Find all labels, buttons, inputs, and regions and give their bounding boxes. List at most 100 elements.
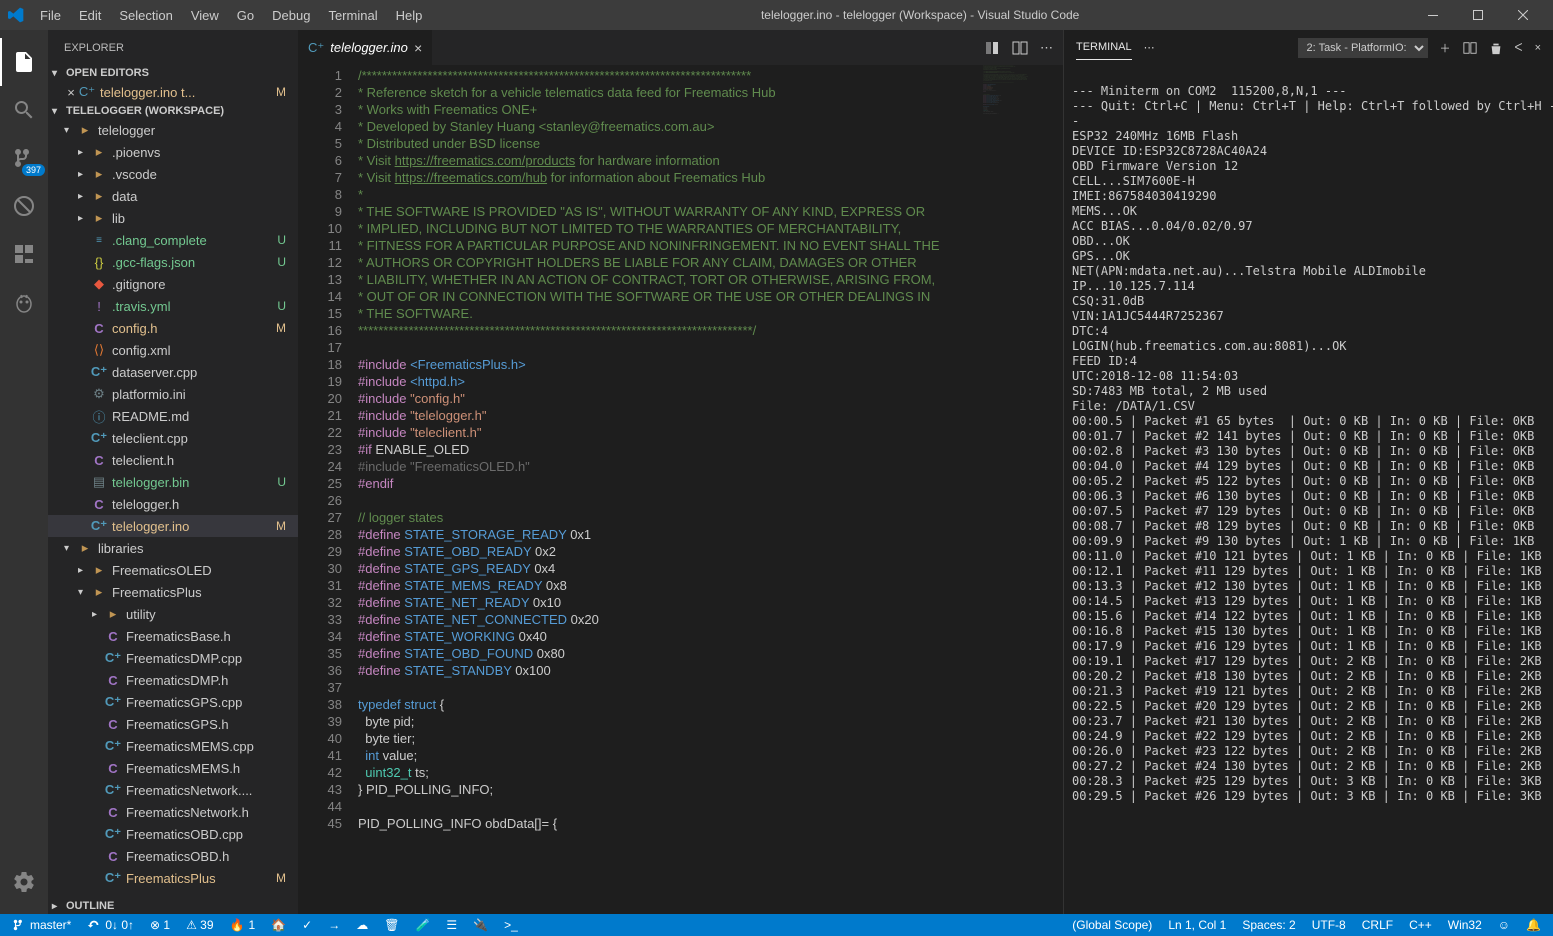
activity-explorer[interactable] [0, 38, 48, 86]
tree-item[interactable]: {}.gcc-flags.jsonU [48, 251, 298, 273]
file-icon: C⁺ [90, 364, 108, 380]
tree-item[interactable]: ⟨⟩config.xml [48, 339, 298, 361]
cursor-position[interactable]: Ln 1, Col 1 [1164, 918, 1230, 932]
menu-edit[interactable]: Edit [71, 4, 109, 27]
tree-item[interactable]: CFreematicsMEMS.h [48, 757, 298, 779]
tree-item[interactable]: C⁺FreematicsGPS.cpp [48, 691, 298, 713]
close-icon[interactable]: × [64, 85, 78, 100]
activity-platformio[interactable] [0, 278, 48, 326]
tree-item[interactable]: C⁺FreematicsMEMS.cpp [48, 735, 298, 757]
tree-item[interactable]: C⁺FreematicsOBD.cpp [48, 823, 298, 845]
tree-item[interactable]: ▸▸.vscode [48, 163, 298, 185]
minimap[interactable]: /***************************************… [983, 65, 1063, 914]
pio-serial-icon[interactable]: 🔌 [469, 918, 492, 932]
chevron-up-icon[interactable]: ᐸ [1515, 41, 1523, 54]
new-terminal-icon[interactable]: ＋ [1440, 40, 1451, 56]
notifications-icon[interactable]: 🔔 [1522, 918, 1545, 932]
minimize-button[interactable] [1410, 0, 1455, 30]
tree-item-label: utility [126, 607, 156, 622]
activity-debug[interactable] [0, 182, 48, 230]
pio-remote-icon[interactable]: ☁ [352, 918, 372, 932]
tree-item[interactable]: CFreematicsGPS.h [48, 713, 298, 735]
tree-item[interactable]: ▤telelogger.binU [48, 471, 298, 493]
tree-item[interactable]: Cteleclient.h [48, 449, 298, 471]
tree-item[interactable]: CFreematicsBase.h [48, 625, 298, 647]
tree-item[interactable]: ⓘREADME.md [48, 405, 298, 427]
warnings-status[interactable]: ⚠ 39 [182, 918, 217, 932]
feedback-icon[interactable]: ☺ [1494, 918, 1514, 932]
platform-status[interactable]: Win32 [1444, 918, 1486, 932]
tree-item[interactable]: CFreematicsDMP.h [48, 669, 298, 691]
menu-terminal[interactable]: Terminal [320, 4, 385, 27]
terminal-tab[interactable]: TERMINAL [1076, 35, 1132, 60]
tree-item[interactable]: !.travis.ymlU [48, 295, 298, 317]
trash-icon[interactable] [1489, 41, 1503, 55]
pio-upload-icon[interactable]: → [324, 918, 344, 932]
tree-item[interactable]: C⁺teleclient.cpp [48, 427, 298, 449]
menu-go[interactable]: Go [229, 4, 262, 27]
pio-tasks-icon[interactable]: ☰ [442, 918, 461, 932]
tree-item[interactable]: ▸▸.pioenvs [48, 141, 298, 163]
tree-item[interactable]: Cconfig.hM [48, 317, 298, 339]
pio-build-icon[interactable]: ✓ [298, 918, 316, 932]
sync-status[interactable]: 0↓ 0↑ [83, 918, 138, 932]
terminal-task-select[interactable]: 2: Task - PlatformIO: Mo [1298, 38, 1428, 58]
open-editors-header[interactable]: ▾ OPEN EDITORS [48, 65, 298, 81]
more-icon[interactable]: ⋯ [1040, 40, 1053, 56]
menu-selection[interactable]: Selection [111, 4, 180, 27]
errors-status[interactable]: ⊗ 1 [146, 918, 174, 932]
tree-item[interactable]: C⁺FreematicsPlusM [48, 867, 298, 889]
compare-icon[interactable] [984, 40, 1000, 56]
menu-view[interactable]: View [183, 4, 227, 27]
split-terminal-icon[interactable] [1463, 41, 1477, 55]
open-editor-item[interactable]: × C⁺ telelogger.ino t... M [48, 81, 298, 103]
close-button[interactable] [1500, 0, 1545, 30]
split-editor-icon[interactable] [1012, 40, 1028, 56]
menu-file[interactable]: File [32, 4, 69, 27]
tree-item[interactable]: C⁺telelogger.inoM [48, 515, 298, 537]
tree-item[interactable]: C⁺FreematicsDMP.cpp [48, 647, 298, 669]
git-branch-status[interactable]: master* [8, 918, 75, 932]
maximize-button[interactable] [1455, 0, 1500, 30]
flame-status[interactable]: 🔥1 [226, 918, 260, 932]
pio-home-icon[interactable]: 🏠 [267, 918, 290, 932]
indentation-status[interactable]: Spaces: 2 [1238, 918, 1299, 932]
tree-item[interactable]: ▸▸data [48, 185, 298, 207]
encoding-status[interactable]: UTF-8 [1308, 918, 1350, 932]
tree-item[interactable]: ▸▸utility [48, 603, 298, 625]
tree-item[interactable]: C⁺dataserver.cpp [48, 361, 298, 383]
tree-item[interactable]: CFreematicsOBD.h [48, 845, 298, 867]
pio-test-icon[interactable]: 🧪 [411, 918, 434, 932]
tree-item[interactable]: CFreematicsNetwork.h [48, 801, 298, 823]
tree-item[interactable]: ▾▸telelogger [48, 119, 298, 141]
menu-debug[interactable]: Debug [264, 4, 318, 27]
tree-item[interactable]: ▾▸FreematicsPlus [48, 581, 298, 603]
eol-status[interactable]: CRLF [1358, 918, 1397, 932]
tree-item[interactable]: Ctelelogger.h [48, 493, 298, 515]
tree-item[interactable]: ▸▸FreematicsOLED [48, 559, 298, 581]
activity-settings[interactable] [0, 858, 48, 906]
editor-content[interactable]: 1234567891011121314151617181920212223242… [298, 65, 1063, 914]
tree-item[interactable]: ≡.clang_completeU [48, 229, 298, 251]
activity-search[interactable] [0, 86, 48, 134]
more-icon[interactable]: ⋯ [1144, 41, 1155, 54]
tree-item[interactable]: ▸▸lib [48, 207, 298, 229]
tree-item[interactable]: ◆.gitignore [48, 273, 298, 295]
editor-tab[interactable]: C⁺ telelogger.ino × [298, 30, 432, 65]
close-icon[interactable]: × [414, 40, 422, 56]
pio-clean-icon[interactable]: 🗑 [380, 918, 403, 932]
scope-status[interactable]: (Global Scope) [1068, 918, 1156, 932]
language-status[interactable]: C++ [1405, 918, 1436, 932]
tree-item[interactable]: ⚙platformio.ini [48, 383, 298, 405]
close-panel-icon[interactable]: × [1535, 42, 1541, 54]
code-area[interactable]: /***************************************… [358, 65, 983, 914]
tree-item[interactable]: C⁺FreematicsNetwork.... [48, 779, 298, 801]
outline-header[interactable]: ▸ OUTLINE [48, 898, 298, 914]
workspace-header[interactable]: ▾ TELELOGGER (WORKSPACE) [48, 103, 298, 119]
terminal-output[interactable]: --- Miniterm on COM2 115200,8,N,1 --- --… [1064, 65, 1553, 914]
menu-help[interactable]: Help [388, 4, 431, 27]
pio-terminal-icon[interactable]: >_ [500, 918, 522, 932]
tree-item[interactable]: ▾▸libraries [48, 537, 298, 559]
activity-extensions[interactable] [0, 230, 48, 278]
activity-scm[interactable]: 397 [0, 134, 48, 182]
